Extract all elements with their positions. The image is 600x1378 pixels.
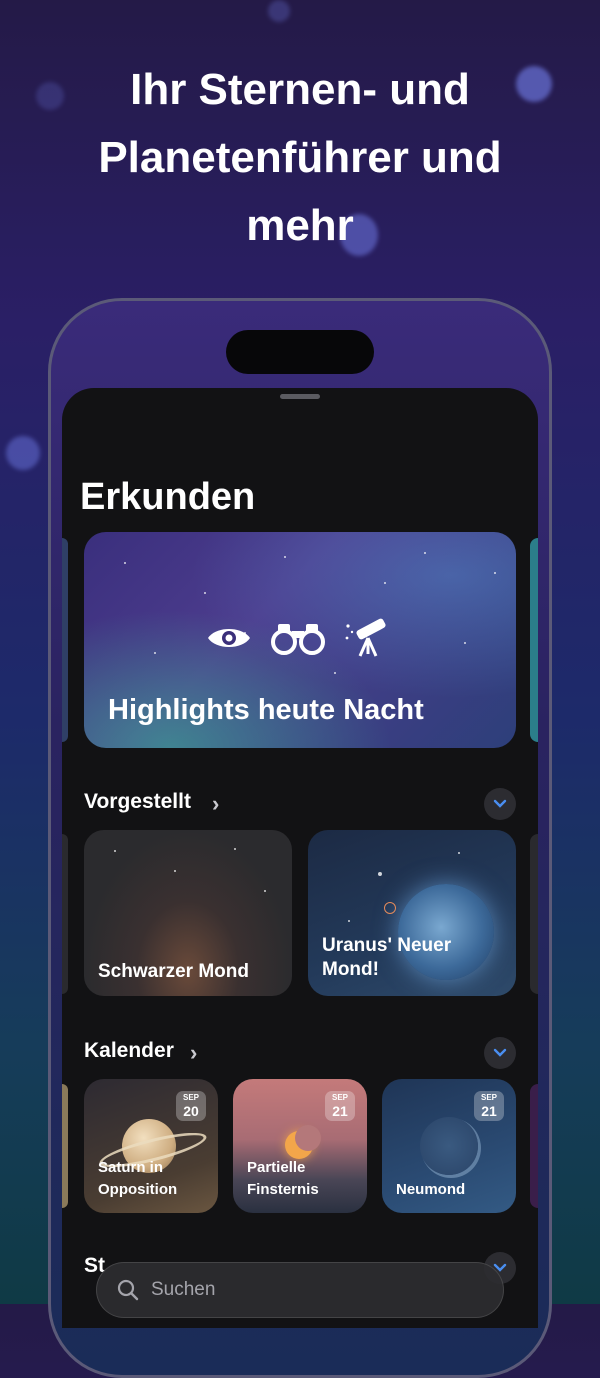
hero-icons [206, 618, 388, 658]
star [124, 562, 126, 564]
star [494, 572, 496, 574]
carousel-peek-card[interactable] [62, 834, 68, 994]
collapse-calendar-button[interactable] [484, 1037, 516, 1069]
bokeh-light [6, 436, 40, 470]
calendar-card-new-moon[interactable]: SEP 21 Neumond [382, 1079, 516, 1213]
star [464, 642, 466, 644]
eye-icon [208, 629, 250, 647]
carousel-peek-card[interactable] [62, 538, 68, 742]
search-icon [117, 1279, 139, 1301]
collapse-featured-button[interactable] [484, 788, 516, 820]
star [174, 870, 176, 872]
star [154, 652, 156, 654]
chevron-down-icon [493, 1048, 507, 1057]
carousel-peek-card[interactable] [530, 1084, 538, 1208]
star [234, 848, 236, 850]
bokeh-light [268, 0, 290, 22]
star [284, 556, 286, 558]
event-label: Saturn in Opposition [98, 1159, 178, 1198]
chevron-right-icon: › [212, 791, 220, 816]
section-title: Kalender [84, 1039, 174, 1062]
sheet-grabber[interactable] [280, 394, 320, 399]
moon-marker [384, 902, 396, 914]
star [384, 582, 386, 584]
featured-card-black-moon[interactable]: Schwarzer Mond [84, 830, 292, 996]
binoculars-icon [271, 624, 325, 655]
chevron-down-icon [493, 799, 507, 808]
star [424, 552, 426, 554]
star [114, 850, 116, 852]
hero-label: Highlights heute Nacht [108, 694, 424, 726]
carousel-peek-card[interactable] [530, 834, 538, 994]
explore-sheet[interactable]: Erkunden Highlights heute Nacht Vorgeste… [62, 388, 538, 1328]
card-label: Schwarzer Mond [98, 961, 249, 982]
carousel-peek-card[interactable] [62, 1084, 68, 1208]
search-bar[interactable]: Suchen [96, 1262, 504, 1318]
calendar-card-eclipse[interactable]: SEP 21 Partielle Finsternis [233, 1079, 367, 1213]
search-input[interactable]: Suchen [151, 1279, 215, 1301]
event-label: Neumond [396, 1181, 466, 1198]
chevron-right-icon: › [190, 1040, 198, 1065]
date-badge: SEP 20 [176, 1091, 206, 1121]
telescope-icon [345, 618, 386, 657]
star [348, 920, 350, 922]
page-title: Erkunden [80, 476, 256, 518]
section-header-featured[interactable]: Vorgestellt › [84, 788, 516, 820]
calendar-card-saturn[interactable]: SEP 20 Saturn in Opposition [84, 1079, 218, 1213]
new-moon [420, 1117, 478, 1175]
dynamic-island [226, 330, 374, 374]
date-badge: SEP 21 [325, 1091, 355, 1121]
star [334, 672, 336, 674]
card-label: Uranus' Neuer Mond! [322, 935, 452, 980]
marketing-headline: Ihr Sternen- und Planetenführer und mehr [98, 65, 502, 250]
date-badge: SEP 21 [474, 1091, 504, 1121]
event-label: Partielle Finsternis [247, 1159, 319, 1198]
eclipse-moon [295, 1125, 321, 1151]
star [264, 890, 266, 892]
star [378, 872, 382, 876]
featured-card-uranus[interactable]: Uranus' Neuer Mond! [308, 830, 516, 996]
section-header-calendar[interactable]: Kalender › [84, 1037, 516, 1069]
carousel-peek-card[interactable] [530, 538, 538, 742]
section-title: Vorgestellt [84, 790, 191, 813]
star [458, 852, 460, 854]
hero-card-highlights[interactable]: Highlights heute Nacht [84, 532, 516, 748]
star [204, 592, 206, 594]
